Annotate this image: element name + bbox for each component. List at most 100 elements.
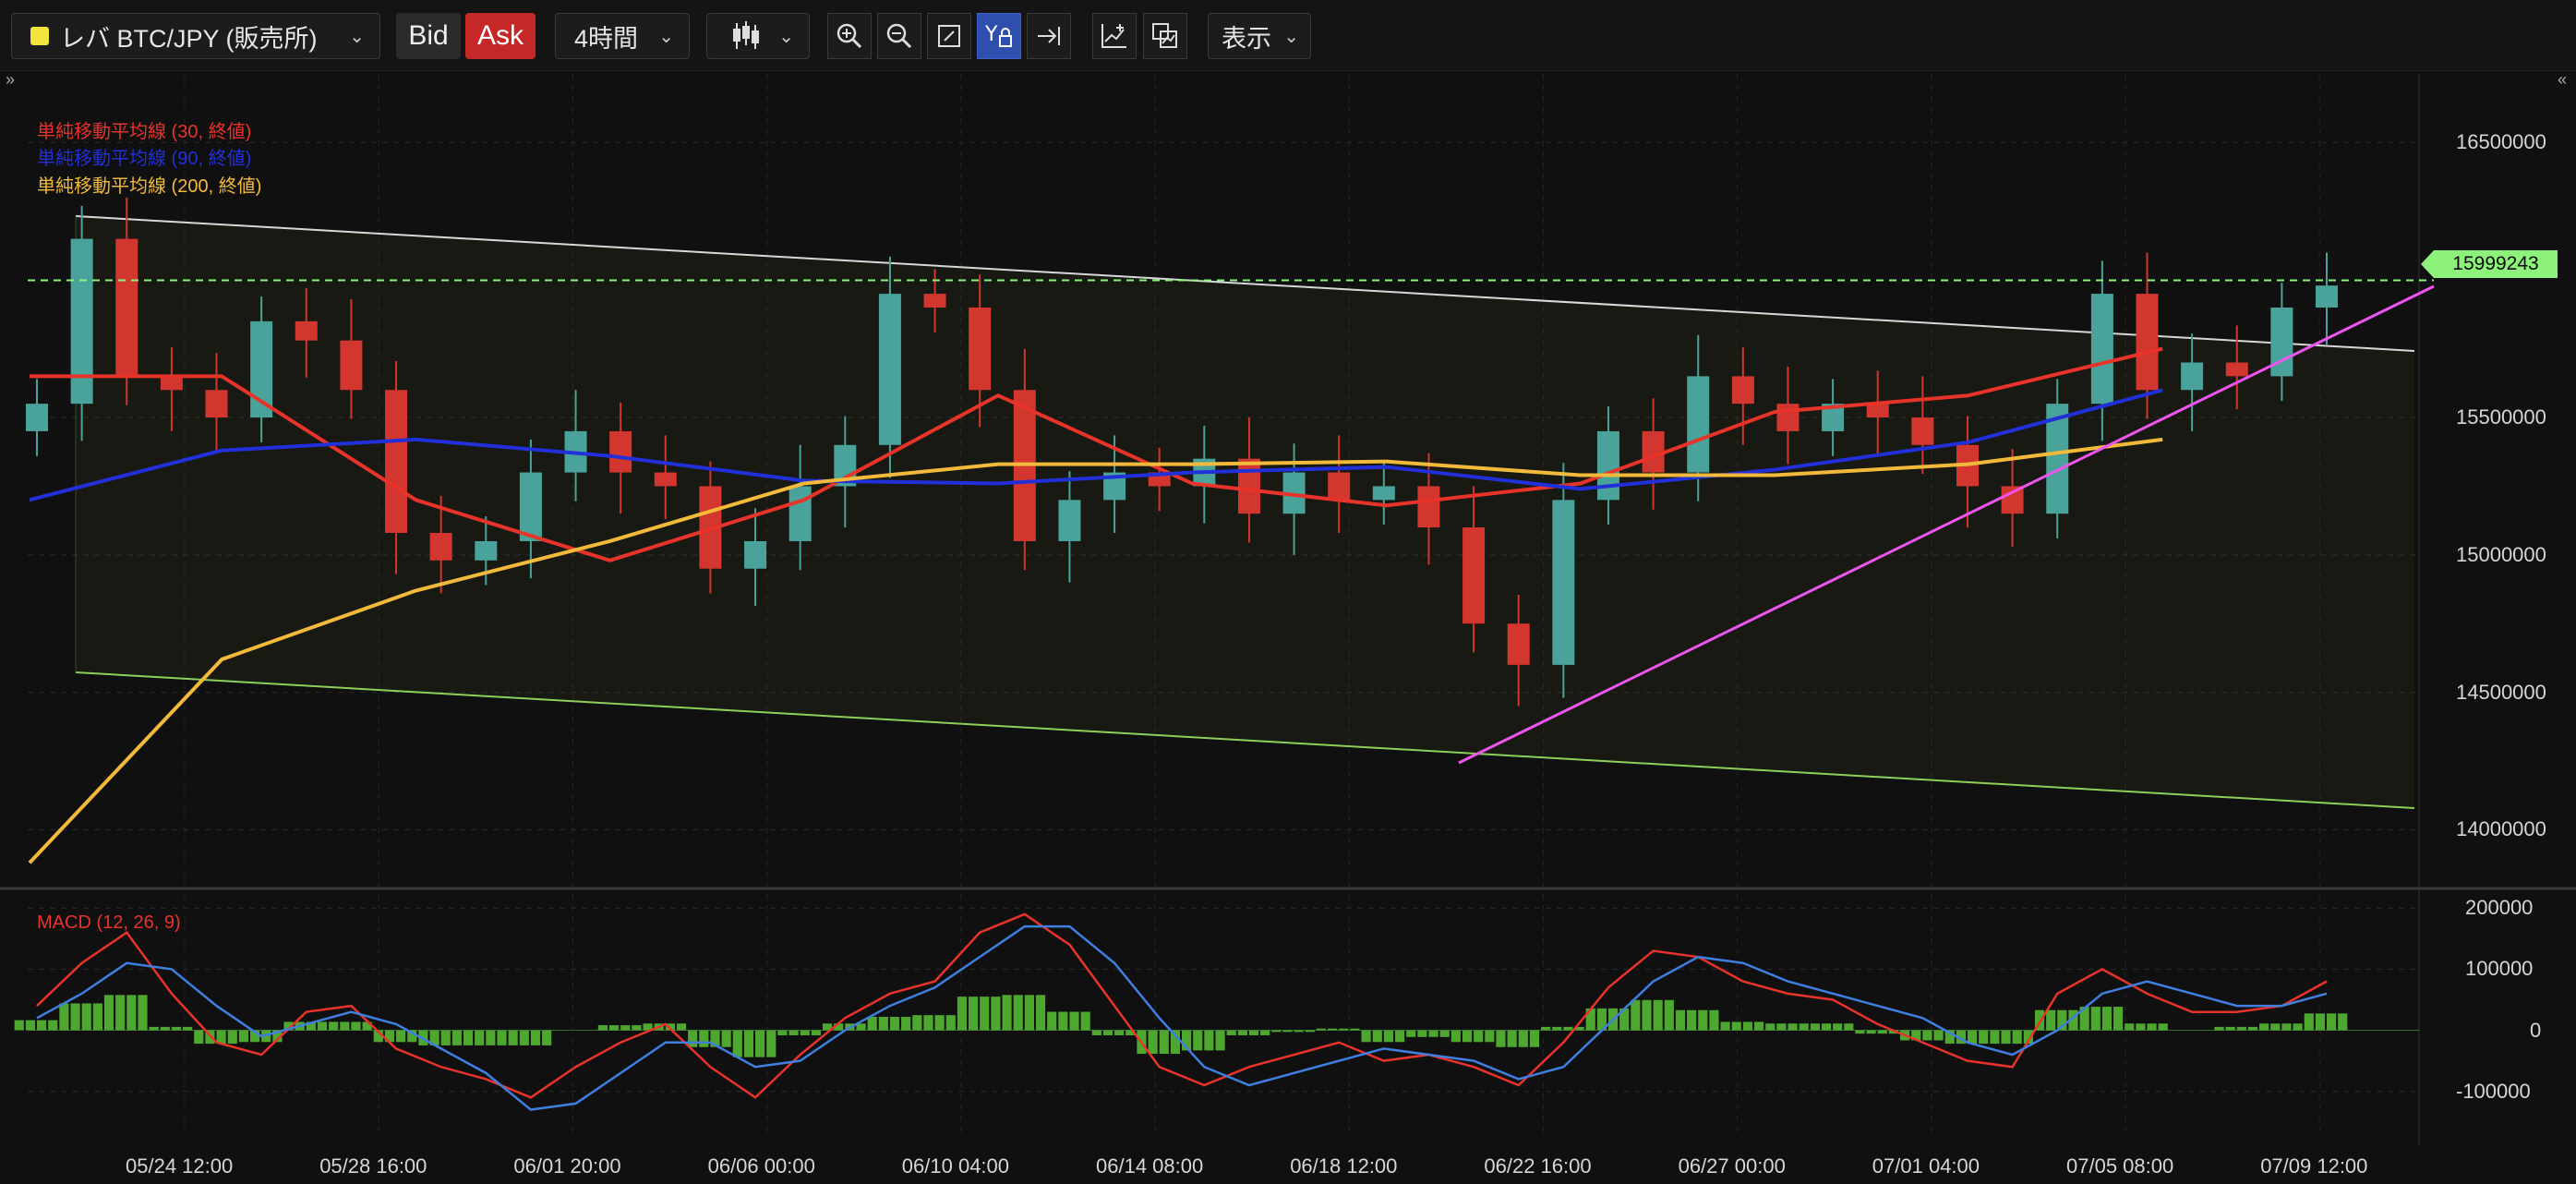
candle-body [475,540,498,561]
macd-histogram-bar [1474,1030,1484,1043]
macd-histogram-bar [1821,1023,1832,1031]
macd-histogram-bar [317,1021,328,1031]
candle-body [1596,430,1619,501]
macd-histogram-bar [451,1030,462,1045]
candle-body [2136,294,2159,391]
macd-axis-label: 100000 [2465,957,2534,981]
collapse-left-icon[interactable]: » [6,70,15,90]
candle-body [160,376,183,391]
macd-histogram-bar [1653,999,1663,1031]
macd-histogram-bar [70,1003,80,1031]
macd-histogram-bar [2147,1023,2157,1031]
macd-histogram-bar [688,1030,698,1047]
macd-histogram-bar [1316,1028,1327,1031]
legend-sma200: 単純移動平均線 (200, 終値) [37,176,262,197]
candle-body [115,238,138,377]
macd-histogram-bar [1485,1030,1495,1043]
candle-body [2181,362,2204,391]
macd-histogram-bar [2327,1013,2337,1031]
macd-histogram-bar [1372,1030,1382,1043]
macd-histogram-bar [1383,1030,1393,1043]
price-axis-label: 16500000 [2456,130,2546,154]
macd-histogram-bar [340,1021,350,1031]
macd-histogram-bar [1339,1028,1349,1031]
macd-histogram-bar [1933,1030,1944,1041]
macd-histogram-bar [1810,1023,1820,1031]
macd-histogram-bar [632,1025,642,1031]
macd-histogram-bar [1226,1030,1236,1035]
candle-body [609,430,632,473]
macd-histogram-bar [59,1003,69,1031]
macd-histogram-bar [1552,1026,1562,1031]
macd-histogram-bar [980,997,990,1031]
macd-histogram-bar [867,1016,877,1031]
chart-canvas[interactable] [0,0,2576,1184]
macd-histogram-bar [92,1003,102,1031]
time-axis-label: 06/22 16:00 [1484,1154,1592,1178]
price-axis-label: 14500000 [2456,680,2546,704]
macd-histogram-bar [2214,1026,2224,1031]
macd-histogram-bar [1742,1021,1752,1031]
macd-histogram-bar [1529,1030,1540,1047]
candle-body [1552,500,1575,665]
candle-body [1507,623,1530,665]
macd-histogram-bar [2338,1013,2348,1031]
macd-histogram-bar [1080,1011,1090,1031]
macd-histogram-bar [1765,1023,1776,1031]
macd-histogram-bar [497,1030,507,1045]
candle-body [878,294,901,445]
macd-histogram-bar [138,995,148,1031]
macd-histogram-bar [1406,1030,1416,1037]
candle-body [654,472,677,487]
macd-histogram-bar [1855,1030,1865,1034]
time-axis-label: 06/27 00:00 [1678,1154,1786,1178]
macd-histogram-bar [934,1015,945,1031]
candle-body [1776,404,1800,431]
macd-histogram-bar [227,1030,237,1045]
candle-body [1731,376,1754,405]
macd-histogram-bar [1204,1030,1214,1051]
macd-histogram-bar [1102,1030,1113,1035]
macd-histogram-bar [811,1030,821,1035]
macd-histogram-bar [1428,1030,1438,1037]
macd-histogram-bar [194,1030,204,1045]
macd-histogram-bar [878,1016,888,1031]
candle-body [2090,294,2113,405]
macd-histogram-bar [1675,1009,1686,1031]
candle-body [2225,362,2248,377]
time-axis-label: 06/01 20:00 [513,1154,621,1178]
macd-histogram-bar [1013,995,1023,1031]
macd-histogram-bar [475,1030,485,1045]
macd-histogram-bar [755,1030,765,1057]
collapse-right-icon[interactable]: « [2558,70,2567,90]
candle-body [429,533,452,561]
candle-body [26,404,48,431]
macd-histogram-bar [743,1030,754,1057]
macd-histogram-bar [901,1016,911,1031]
macd-histogram-bar [2113,1007,2124,1031]
macd-histogram-bar [1541,1026,1551,1031]
macd-histogram-bar [1642,999,1652,1031]
macd-histogram-bar [1035,995,1046,1031]
macd-histogram-bar [1305,1030,1315,1033]
macd-histogram-bar [1328,1028,1338,1031]
macd-histogram-bar [440,1030,451,1045]
macd-histogram-bar [1776,1023,1787,1031]
macd-histogram-bar [2101,1007,2113,1031]
macd-histogram-bar [81,1003,91,1031]
macd-histogram-bar [486,1030,496,1045]
macd-axis-label: -100000 [2456,1079,2531,1103]
macd-histogram-bar [721,1030,731,1047]
macd-histogram-bar [2136,1023,2146,1031]
macd-histogram-bar [1114,1030,1125,1035]
price-axis-label: 15000000 [2456,542,2546,566]
macd-histogram-bar [732,1030,742,1057]
macd-histogram-bar [1979,1030,1989,1045]
time-axis-label: 06/18 12:00 [1290,1154,1398,1178]
macd-histogram-bar [1282,1030,1293,1033]
macd-histogram-bar [1047,1011,1057,1031]
candle-body [788,486,812,541]
macd-histogram-bar [1698,1009,1708,1031]
macd-histogram-bar [597,1025,608,1031]
macd-histogram-bar [37,1020,47,1031]
